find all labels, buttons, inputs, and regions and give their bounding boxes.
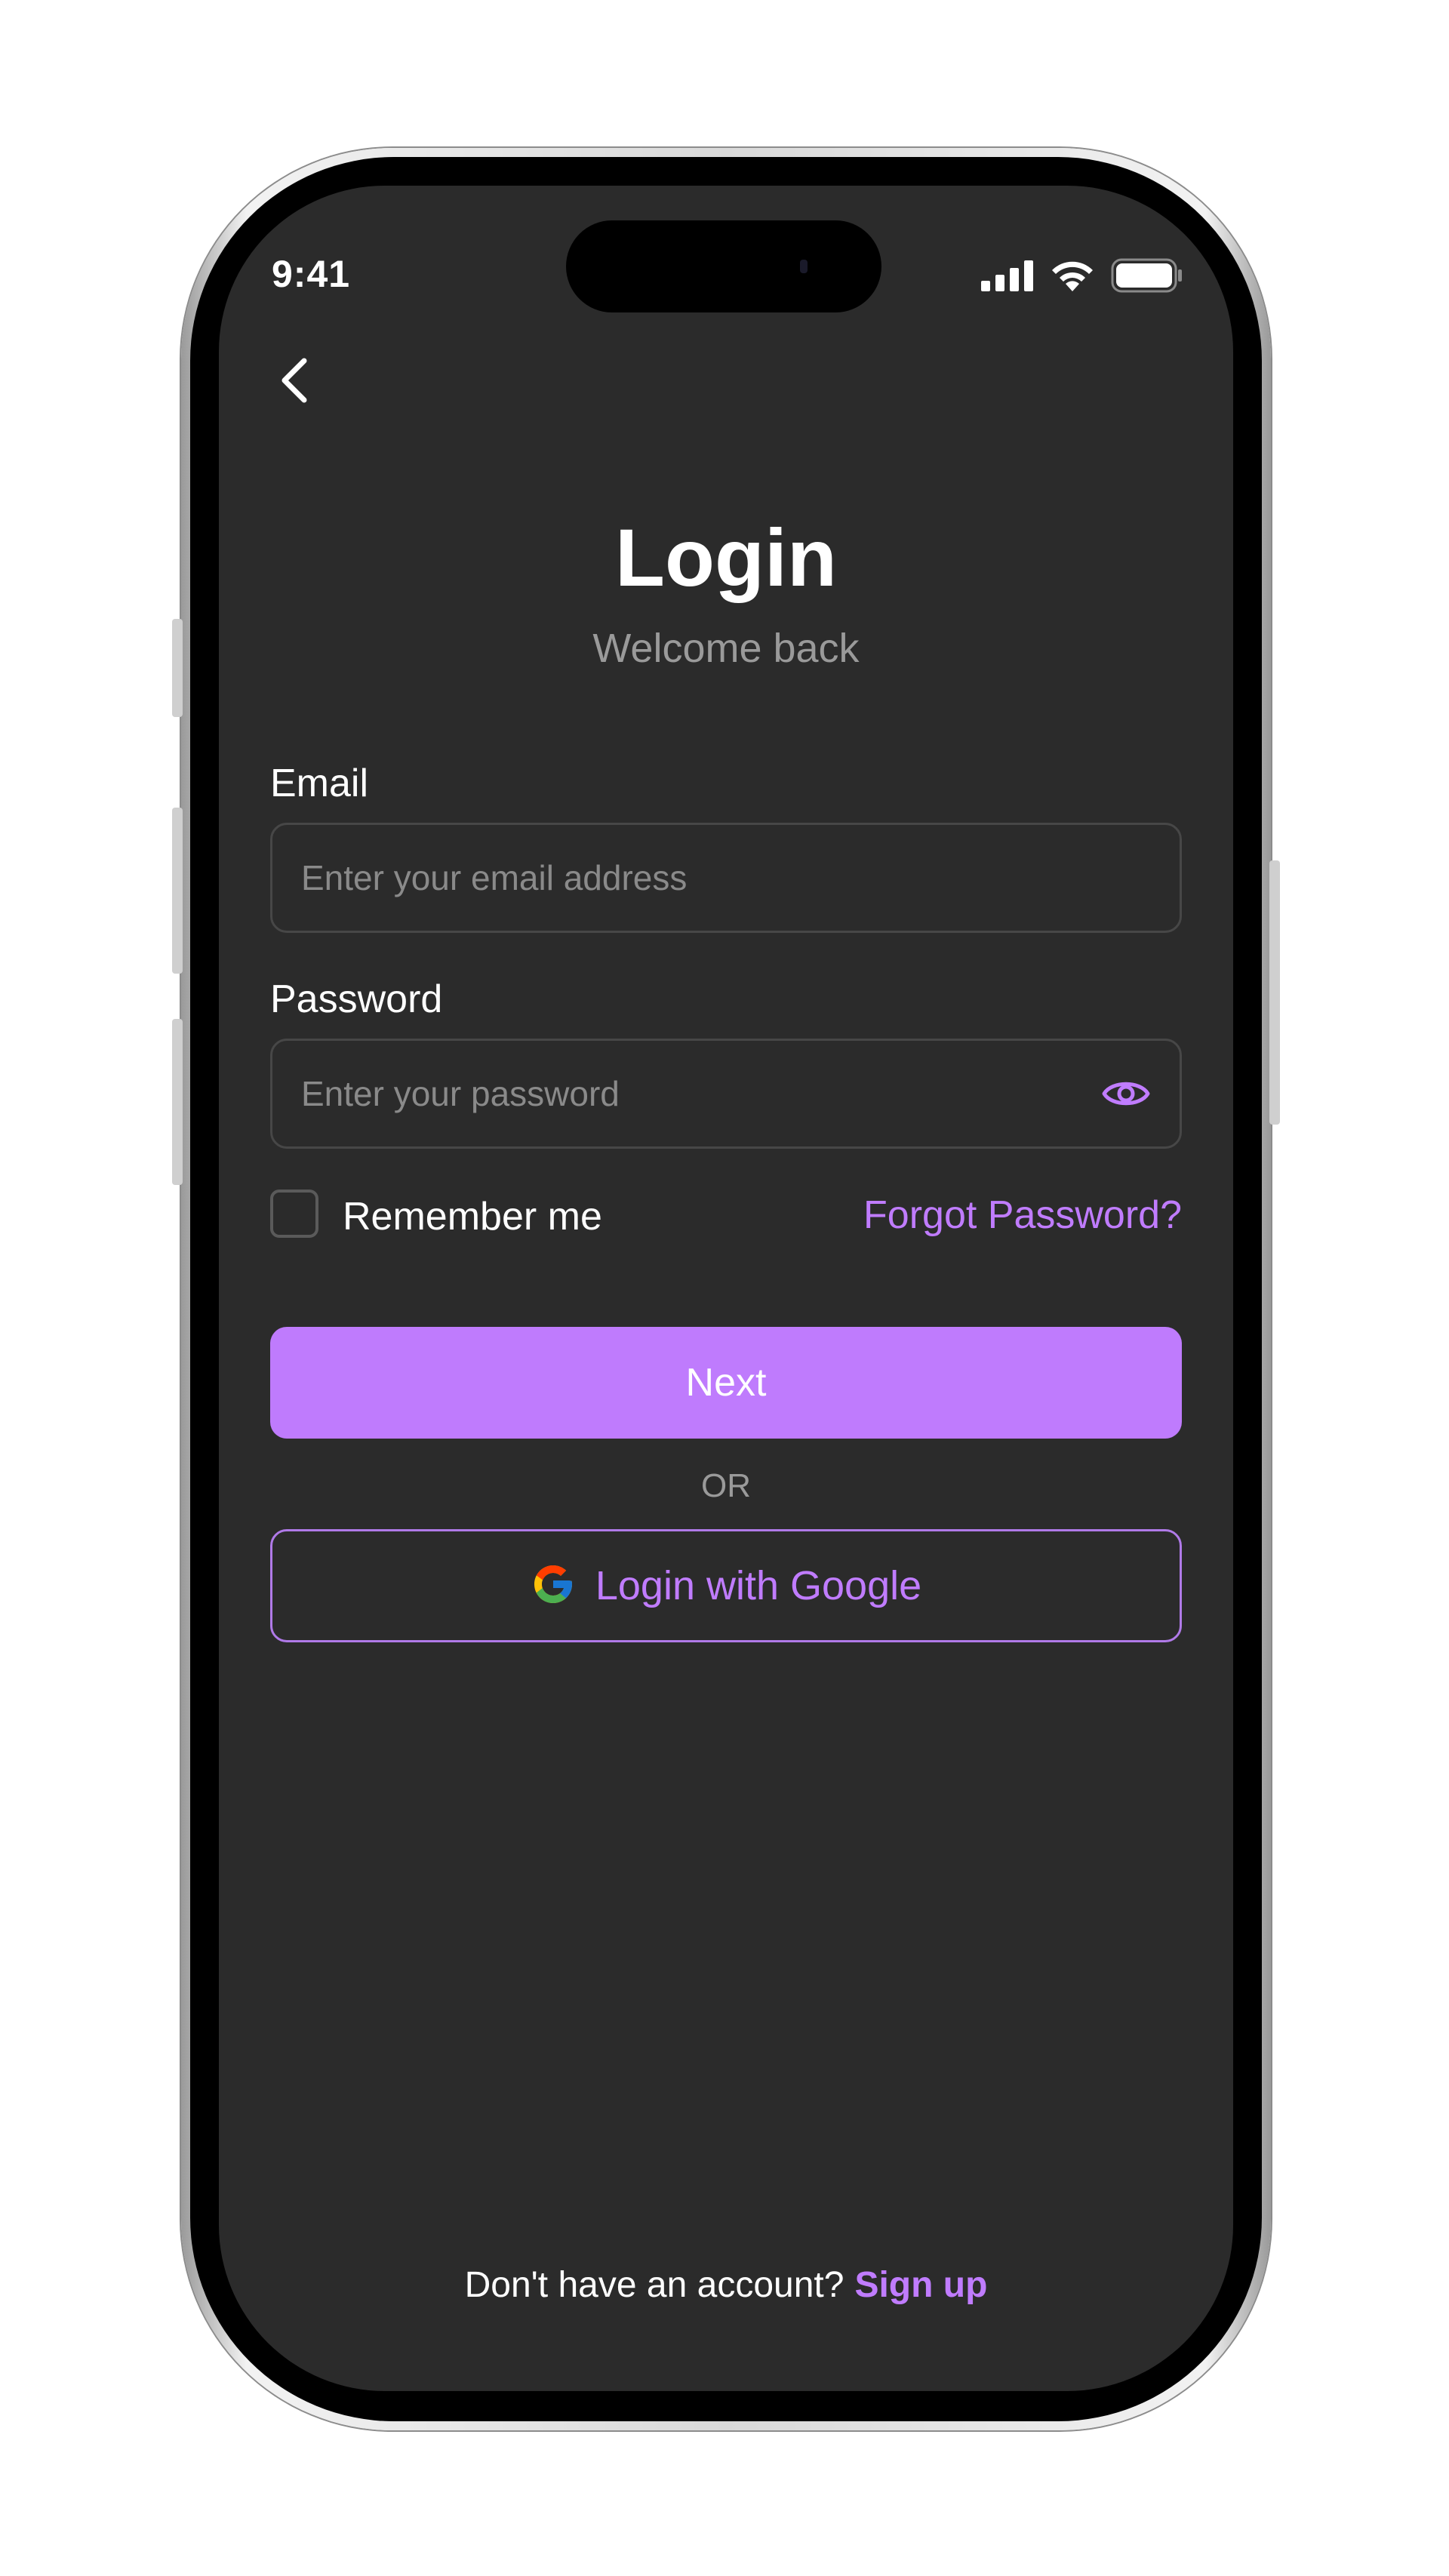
- camera-dot: [800, 260, 808, 273]
- signup-footer: Don't have an account? Sign up: [219, 2264, 1233, 2306]
- dynamic-island: [566, 220, 881, 312]
- signup-link[interactable]: Sign up: [854, 2265, 987, 2305]
- side-button-mute: [172, 619, 183, 717]
- email-field[interactable]: [272, 857, 1180, 899]
- password-field[interactable]: [272, 1073, 1100, 1115]
- password-field-container: [270, 1039, 1182, 1149]
- status-time: 9:41: [272, 253, 351, 295]
- status-icons: [981, 258, 1183, 297]
- remember-checkbox[interactable]: [270, 1190, 318, 1238]
- eye-icon[interactable]: [1100, 1067, 1152, 1120]
- email-field-container: [270, 823, 1182, 933]
- back-button[interactable]: [264, 352, 325, 412]
- page-subtitle: Welcome back: [592, 626, 860, 671]
- footer-text: Don't have an account?: [464, 2265, 844, 2305]
- google-icon: [531, 1562, 576, 1611]
- forgot-password-link[interactable]: Forgot Password?: [863, 1193, 1182, 1238]
- side-button-volume-up: [172, 808, 183, 974]
- page-title: Login: [615, 512, 837, 603]
- remember-row: Remember me Forgot Password?: [270, 1190, 1182, 1242]
- password-label: Password: [270, 977, 443, 1021]
- next-button[interactable]: Next: [270, 1327, 1182, 1439]
- wifi-icon: [1049, 258, 1096, 297]
- chevron-left-icon: [277, 356, 312, 408]
- google-login-label: Login with Google: [595, 1563, 922, 1608]
- or-divider-label: OR: [701, 1467, 751, 1504]
- battery-icon: [1111, 258, 1183, 297]
- side-button-volume-down: [172, 1019, 183, 1185]
- cellular-signal-icon: [981, 260, 1034, 295]
- remember-label: Remember me: [343, 1195, 602, 1239]
- side-button-power: [1269, 860, 1280, 1125]
- email-label: Email: [270, 762, 369, 805]
- google-login-button[interactable]: Login with Google: [270, 1529, 1182, 1642]
- app-screen: 9:41 Login Welcome back Email Enter your…: [219, 186, 1233, 2391]
